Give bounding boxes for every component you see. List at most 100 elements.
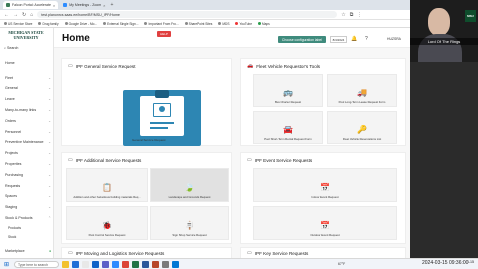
browser-tab[interactable]: Falcon Portal: Accelerate ×	[3, 1, 59, 9]
webcam-person-head	[428, 8, 450, 36]
help-icon[interactable]: ?	[365, 36, 368, 42]
menu-icon[interactable]: ⋮	[357, 12, 362, 18]
extensions-icon[interactable]: ⧉	[350, 12, 354, 18]
bookmark-item[interactable]: External Single Sign...	[103, 22, 138, 26]
bookmark-item[interactable]: MDS	[218, 22, 229, 26]
monitor-icon: ▭	[247, 157, 252, 163]
app-icon[interactable]	[82, 261, 89, 268]
sign-shop-tile[interactable]: 🪧 Sign Shop Service Request	[150, 206, 229, 240]
sidebar-item-stock[interactable]: Stock & Products ⌃	[5, 216, 51, 220]
file-explorer-icon[interactable]	[62, 261, 69, 268]
bug-icon: 🐞	[102, 221, 112, 230]
sidebar-item-links[interactable]: Many-to-many links ⌄	[5, 108, 51, 112]
weather-temp[interactable]: 67°F	[338, 262, 345, 266]
sidebar-item-projects[interactable]: Projects ⌄	[5, 151, 51, 155]
key-icon: 🔑	[357, 125, 367, 134]
sidebar-item-orders[interactable]: Orders ⌄	[5, 119, 51, 123]
sidebar-item-requests[interactable]: Requests ⌄	[5, 184, 51, 188]
close-tab-icon[interactable]: ×	[53, 3, 55, 8]
long-term-lease-tile[interactable]: 🚚 Pool Long-Term Lease Request Form	[327, 74, 397, 107]
browser-tab-label: My Meetings - Zoom	[69, 3, 102, 7]
browser-tab[interactable]: My Meetings - Zoom ×	[60, 1, 108, 9]
zoom-icon[interactable]	[112, 261, 119, 268]
hazardous-materials-tile[interactable]: 📋 Addition and other hazardous building m…	[66, 168, 148, 202]
monitor-icon: ▭	[247, 250, 252, 256]
additional-services-card: ▭ IPF Additional Service Requests 📋 Additi…	[61, 152, 232, 244]
taskbar-search[interactable]: Type here to search	[14, 261, 59, 268]
outdoor-event-tile[interactable]: 📅 Outdoor Event Request	[253, 206, 397, 240]
bookmark-item[interactable]: Maps	[257, 22, 270, 26]
forward-icon[interactable]: →	[13, 12, 18, 18]
short-term-rental-tile[interactable]: 🚘 Pool Short-Term Rental Request Form	[253, 111, 323, 144]
edge-icon[interactable]	[72, 261, 79, 268]
back-icon[interactable]: ←	[4, 12, 9, 18]
monitor-icon: ▭	[68, 157, 73, 163]
main-content: Home HELP Choose configuration label 8/4…	[54, 28, 410, 261]
reload-icon[interactable]: ↻	[22, 12, 26, 18]
clipboard-icon: 📋	[102, 183, 112, 192]
sidebar-item-purchasing[interactable]: Purchasing ⌄	[5, 173, 51, 177]
outlook-icon[interactable]	[92, 261, 99, 268]
reservations-list-tile[interactable]: 🔑 Fleet Vehicle Reservations List	[327, 111, 397, 144]
sidebar-item-personnel[interactable]: Personnel ⌄	[5, 130, 51, 134]
sidebar-subitem-products[interactable]: Products	[8, 226, 21, 230]
sidebar-item-fleet[interactable]: Fleet ⌄	[5, 76, 51, 80]
bookmark-item[interactable]: Important From Fro...	[144, 22, 179, 26]
sidebar-search[interactable]: ⌕ Search	[4, 46, 18, 50]
landscape-grounds-tile[interactable]: 🍃 Landscape and Grounds Request	[150, 168, 229, 202]
new-tab-icon[interactable]: +	[111, 2, 114, 8]
configuration-button[interactable]: Choose configuration label	[278, 36, 326, 43]
windows-start-icon[interactable]: ⊞	[4, 261, 9, 268]
calendar-icon: 📅	[320, 221, 330, 230]
excel-icon[interactable]	[132, 261, 139, 268]
star-icon[interactable]: ☆	[341, 12, 345, 18]
sidebar-item-marketplace[interactable]: Marketplace ●	[5, 249, 51, 253]
help-button[interactable]: HELP	[157, 31, 171, 37]
user-name[interactable]: HUZSRA	[387, 37, 401, 41]
date-selector[interactable]: 8/4/2024	[330, 36, 347, 43]
home-icon[interactable]: ⌂	[30, 12, 33, 18]
app-icon[interactable]	[172, 261, 179, 268]
taskbar: ⊞ Type here to search 67°F 2024-03-15 09…	[0, 258, 478, 269]
pest-control-tile[interactable]: 🐞 Pest Control Service Request	[66, 206, 148, 240]
leaf-icon: 🍃	[184, 183, 195, 192]
url-field[interactable]: test.planonrcs.saas.ee/home/BF/MSU_IPF/H…	[37, 11, 338, 18]
app-icon[interactable]	[162, 261, 169, 268]
zoom-favicon-icon	[63, 3, 68, 7]
sidebar-item-leave[interactable]: Leave ⌄	[5, 97, 51, 101]
browser-tab-bar: Falcon Portal: Accelerate × My Meetings …	[0, 0, 410, 10]
bell-icon[interactable]: 🔔	[351, 36, 357, 42]
bus-charter-tile[interactable]: 🚌 Bus Charter Request	[253, 74, 323, 107]
sidebar-subitem-stock[interactable]: Stock	[8, 235, 16, 239]
truck-icon: 🚚	[357, 88, 367, 97]
bookmark-item[interactable]: SharePoint Sites	[184, 22, 212, 26]
chrome-icon[interactable]	[122, 261, 129, 268]
bookmarks-bar: US Service Store Drug family Google Driv…	[0, 20, 410, 28]
sidebar-item-spaces[interactable]: Spaces ⌄	[5, 194, 51, 198]
indoor-event-tile[interactable]: 📅 Indoor Event Request	[253, 168, 397, 202]
sidebar: MICHIGAN STATE UNIVERSITY ⌕ Search Home …	[0, 28, 54, 258]
sidebar-item-properties[interactable]: Properties ⌄	[5, 162, 51, 166]
msu-logo: MSU	[465, 10, 476, 22]
bookmark-item[interactable]: YouTube	[235, 22, 252, 26]
powerpoint-icon[interactable]	[152, 261, 159, 268]
calendar-icon: 📅	[320, 183, 330, 192]
card-title: 🚗 Fleet Vehicle Requestor's Tools	[247, 63, 321, 69]
teams-icon[interactable]	[102, 261, 109, 268]
sidebar-item-home[interactable]: Home	[5, 61, 15, 65]
clock-date-time[interactable]: 2024-03-15 09:36:00	[422, 260, 469, 266]
sidebar-item-preventive[interactable]: Preventive Maintenance ⌄	[5, 140, 51, 144]
bookmark-item[interactable]: Google Drive - Mo...	[64, 22, 97, 26]
sidebar-item-staging[interactable]: Staging ⌄	[5, 205, 51, 209]
card-title: ▭ IPF General Service Request	[68, 63, 136, 69]
browser-tab-label: Falcon Portal: Accelerate	[12, 3, 51, 7]
address-bar: ← → ↻ ⌂ test.planonrcs.saas.ee/home/BF/M…	[0, 10, 410, 20]
car-icon: 🚘	[283, 125, 293, 134]
bookmark-item[interactable]: US Service Store	[4, 22, 32, 26]
sidebar-item-general[interactable]: General ⌄	[5, 86, 51, 90]
close-tab-icon[interactable]: ×	[103, 3, 105, 8]
word-icon[interactable]	[142, 261, 149, 268]
screen: Falcon Portal: Accelerate × My Meetings …	[0, 0, 478, 269]
car-icon: 🚗	[247, 63, 254, 69]
bookmark-item[interactable]: Drug family	[38, 22, 59, 26]
